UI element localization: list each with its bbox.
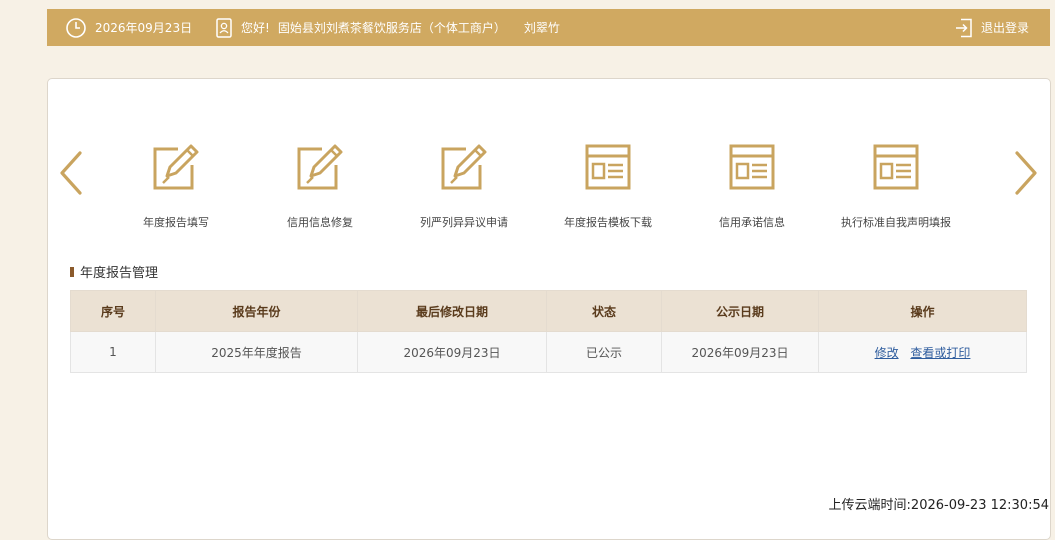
date-group: 2026年09月23日 bbox=[65, 9, 192, 46]
table-row: 1 2025年年度报告 2026年09月23日 已公示 2026年09月23日 … bbox=[70, 331, 1027, 373]
logout-button[interactable]: 退出登录 bbox=[955, 9, 1029, 46]
tile-template-download[interactable]: 年度报告模板下载 bbox=[548, 143, 668, 230]
section-title: 年度报告管理 bbox=[70, 262, 158, 281]
tile-credit-commitment[interactable]: 信用承诺信息 bbox=[692, 143, 812, 230]
cell-actions: 修改 查看或打印 bbox=[818, 331, 1027, 373]
greeting: 您好! bbox=[241, 21, 270, 35]
store-name: 固始县刘刘煮茶餐饮服务店（个体工商户） bbox=[277, 21, 506, 35]
edit-link[interactable]: 修改 bbox=[875, 346, 899, 360]
edit-icon bbox=[297, 144, 343, 190]
cell-status: 已公示 bbox=[546, 331, 662, 373]
section-marker bbox=[70, 266, 74, 277]
tile-label: 年度报告模板下载 bbox=[564, 216, 652, 229]
current-date: 2026年09月23日 bbox=[95, 21, 193, 35]
table-header-row: 序号 报告年份 最后修改日期 状态 公示日期 操作 bbox=[70, 290, 1027, 332]
document-icon bbox=[729, 144, 775, 190]
section-title-text: 年度报告管理 bbox=[80, 266, 159, 281]
chevron-left-icon[interactable] bbox=[56, 150, 86, 196]
tile-credit-repair[interactable]: 信用信息修复 bbox=[260, 143, 380, 230]
edit-icon bbox=[153, 144, 199, 190]
column-header: 操作 bbox=[818, 290, 1027, 332]
tile-label: 执行标准自我声明填报 bbox=[841, 216, 951, 229]
logout-icon bbox=[956, 18, 972, 37]
cell-report-year: 2025年年度报告 bbox=[155, 331, 358, 373]
tile-label: 信用信息修复 bbox=[287, 216, 353, 229]
annual-report-table: 序号 报告年份 最后修改日期 状态 公示日期 操作 1 2025年年度报告 20… bbox=[70, 290, 1027, 373]
tile-objection-apply[interactable]: 列严列异异议申请 bbox=[404, 143, 524, 230]
column-header: 公示日期 bbox=[661, 290, 819, 332]
tile-annual-report-fill[interactable]: 年度报告填写 bbox=[116, 143, 236, 230]
tile-label: 信用承诺信息 bbox=[719, 216, 785, 229]
user-group: 您好! 固始县刘刘煮茶餐饮服务店（个体工商户） 刘翠竹 bbox=[215, 9, 560, 46]
tile-label: 列严列异异议申请 bbox=[420, 216, 508, 229]
column-header: 最后修改日期 bbox=[357, 290, 547, 332]
cell-publish-date: 2026年09月23日 bbox=[661, 331, 819, 373]
document-icon bbox=[585, 144, 631, 190]
edit-icon bbox=[441, 144, 487, 190]
logout-label: 退出登录 bbox=[981, 21, 1030, 35]
column-header: 状态 bbox=[546, 290, 662, 332]
user-name: 刘翠竹 bbox=[523, 21, 560, 35]
tile-label: 年度报告填写 bbox=[143, 216, 209, 229]
chevron-right-icon[interactable] bbox=[1011, 150, 1041, 196]
column-header: 序号 bbox=[70, 290, 156, 332]
cell-modified-date: 2026年09月23日 bbox=[357, 331, 547, 373]
column-header: 报告年份 bbox=[155, 290, 358, 332]
top-bar: 2026年09月23日 您好! 固始县刘刘煮茶餐饮服务店（个体工商户） 刘翠竹 … bbox=[47, 9, 1050, 46]
document-icon bbox=[873, 144, 919, 190]
clock-icon bbox=[66, 17, 86, 38]
id-card-icon bbox=[216, 17, 232, 38]
cell-index: 1 bbox=[70, 331, 156, 373]
view-print-link[interactable]: 查看或打印 bbox=[910, 346, 970, 360]
upload-time: 上传云端时间:2026-09-23 12:30:54 bbox=[826, 494, 1049, 513]
tile-standard-declaration[interactable]: 执行标准自我声明填报 bbox=[836, 143, 956, 230]
